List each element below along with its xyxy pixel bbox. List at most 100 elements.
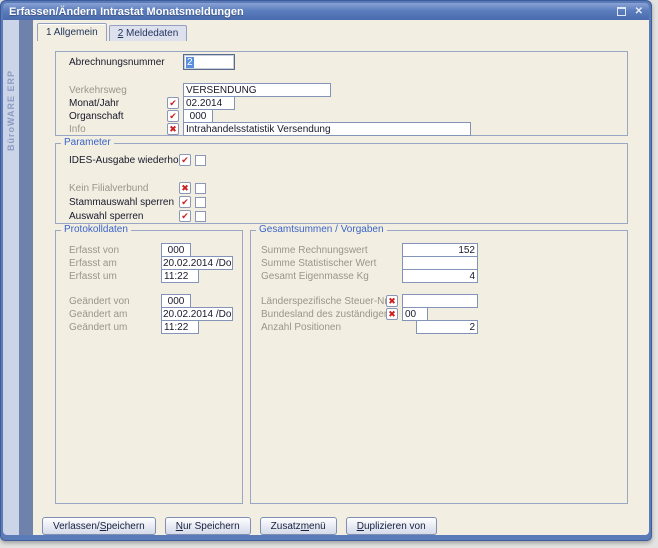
stammauswahl-flag-button[interactable]: ✔ [179, 196, 191, 208]
geaendert-am-label: Geändert am [69, 309, 161, 320]
brand-vertical-text: BüroWARE ERP [6, 70, 16, 151]
field-row-bundesland: Bundesland des zuständigen FA ✖ [261, 307, 619, 321]
field-row-erfasst-am: Erfasst am [69, 256, 234, 270]
organschaft-input[interactable] [183, 109, 213, 123]
desktop-background: Erfassen/Ändern Intrastat Monatsmeldunge… [0, 0, 658, 548]
ides-flag-button[interactable]: ✔ [179, 154, 191, 166]
field-row-filialverbund: Kein Filialverbund ✖ [69, 181, 619, 195]
brand-sidebar: BüroWARE ERP [3, 20, 19, 535]
monat-jahr-flag-button[interactable]: ✔ [167, 97, 179, 109]
restore-icon [617, 7, 626, 16]
erfasst-am-input[interactable] [161, 256, 233, 270]
field-row-eigenmasse: Gesamt Eigenmasse Kg [261, 269, 619, 283]
ides-label: IDES-Ausgabe wiederholen [69, 155, 179, 166]
bundesland-label: Bundesland des zuständigen FA [261, 309, 386, 320]
geaendert-um-label: Geändert um [69, 322, 161, 333]
erfasst-am-label: Erfasst am [69, 258, 161, 269]
field-row-abrechnungsnummer: Abrechnungsnummer 2 [69, 55, 619, 69]
field-row-erfasst-von: Erfasst von [69, 243, 234, 257]
tab-bar: 1 Allgemein 2 Meldedaten [37, 23, 187, 41]
field-row-rechnungswert: Summe Rechnungswert [261, 243, 619, 257]
save-only-button[interactable]: Nur Speichern [165, 517, 251, 535]
info-flag-button[interactable]: ✖ [167, 123, 179, 135]
red-check-icon: ✔ [181, 211, 189, 221]
abrechnungsnummer-input[interactable]: 2 [183, 54, 235, 70]
geaendert-von-label: Geändert von [69, 296, 161, 307]
protokolldaten-group-title: Protokolldaten [61, 224, 131, 236]
red-cross-icon: ✖ [388, 309, 396, 319]
group-protokolldaten: Protokolldaten Erfasst von Erfasst am Er… [55, 230, 243, 504]
field-row-geaendert-von: Geändert von [69, 294, 234, 308]
red-check-icon: ✔ [169, 111, 177, 121]
eigenmasse-input[interactable] [402, 269, 478, 283]
stammauswahl-checkbox[interactable] [195, 197, 206, 208]
rechnungswert-label: Summe Rechnungswert [261, 245, 386, 256]
verkehrsweg-label: Verkehrsweg [69, 85, 167, 96]
window-title: Erfassen/Ändern Intrastat Monatsmeldunge… [9, 6, 615, 18]
auswahl-flag-button[interactable]: ✔ [179, 210, 191, 222]
parameter-group-title: Parameter [61, 137, 114, 149]
group-identification: Abrechnungsnummer 2 Verkehrsweg Monat/Ja… [55, 51, 628, 136]
positionen-label: Anzahl Positionen [261, 322, 386, 333]
red-check-icon: ✔ [181, 197, 189, 207]
erfasst-um-label: Erfasst um [69, 271, 161, 282]
stammauswahl-label: Stammauswahl sperren [69, 197, 179, 208]
info-input[interactable] [183, 122, 471, 136]
filialverbund-checkbox[interactable] [195, 183, 206, 194]
red-cross-icon: ✖ [181, 183, 189, 193]
group-gesamtsummen: Gesamtsummen / Vorgaben Summe Rechnungsw… [250, 230, 628, 504]
organschaft-flag-button[interactable]: ✔ [167, 110, 179, 122]
field-row-auswahl: Auswahl sperren ✔ [69, 209, 619, 223]
steuer-nr-input[interactable] [402, 294, 478, 308]
steuer-nr-flag-button[interactable]: ✖ [386, 295, 398, 307]
geaendert-am-input[interactable] [161, 307, 233, 321]
left-accent-bar [19, 20, 33, 535]
organschaft-label: Organschaft [69, 111, 167, 122]
filialverbund-flag-button[interactable]: ✖ [179, 182, 191, 194]
field-row-monat-jahr: Monat/Jahr ✔ [69, 96, 619, 110]
positionen-input[interactable] [416, 320, 478, 334]
zusatzmenu-button[interactable]: Zusatzmenü [260, 517, 337, 535]
ides-checkbox[interactable] [195, 155, 206, 166]
action-button-bar: Verlassen/Speichern Nur Speichern Zusatz… [42, 517, 437, 535]
field-row-stammauswahl: Stammauswahl sperren ✔ [69, 195, 619, 209]
red-cross-icon: ✖ [169, 124, 177, 134]
close-button[interactable]: ✕ [635, 6, 643, 17]
gesamtsummen-group-title: Gesamtsummen / Vorgaben [256, 224, 387, 236]
bundesland-flag-button[interactable]: ✖ [386, 308, 398, 320]
save-and-exit-button[interactable]: Verlassen/Speichern [42, 517, 156, 535]
field-row-geaendert-um: Geändert um [69, 320, 234, 334]
erfasst-um-input[interactable] [161, 269, 199, 283]
verkehrsweg-input[interactable] [183, 83, 331, 97]
statistischer-wert-label: Summe Statistischer Wert [261, 258, 386, 269]
red-check-icon: ✔ [169, 98, 177, 108]
field-row-organschaft: Organschaft ✔ [69, 109, 619, 123]
filialverbund-label: Kein Filialverbund [69, 183, 179, 194]
tab-allgemein-label: 1 Allgemein [46, 27, 98, 38]
field-row-ides: IDES-Ausgabe wiederholen ✔ [69, 153, 619, 167]
bundesland-input[interactable] [402, 307, 428, 321]
erfasst-von-input[interactable] [161, 243, 191, 257]
restore-button[interactable] [615, 6, 628, 17]
window-titlebar[interactable]: Erfassen/Ändern Intrastat Monatsmeldunge… [3, 3, 649, 20]
auswahl-checkbox[interactable] [195, 211, 206, 222]
field-row-erfasst-um: Erfasst um [69, 269, 234, 283]
group-parameter: Parameter IDES-Ausgabe wiederholen ✔ Kei… [55, 143, 628, 224]
geaendert-von-input[interactable] [161, 294, 191, 308]
tab-allgemein[interactable]: 1 Allgemein [37, 23, 107, 41]
abrechnungsnummer-label: Abrechnungsnummer [69, 57, 167, 68]
statistischer-wert-input[interactable] [402, 256, 478, 270]
monat-jahr-input[interactable] [183, 96, 235, 110]
geaendert-um-input[interactable] [161, 320, 199, 334]
rechnungswert-input[interactable] [402, 243, 478, 257]
window-controls: ✕ [615, 6, 643, 17]
tab-meldedaten[interactable]: 2 Meldedaten [109, 25, 188, 41]
steuer-nr-label: Länderspezifische Steuer-Nr. [261, 296, 386, 307]
duplicate-from-button[interactable]: Duplizieren von [346, 517, 437, 535]
eigenmasse-label: Gesamt Eigenmasse Kg [261, 271, 386, 282]
red-check-icon: ✔ [181, 155, 189, 165]
app-window: Erfassen/Ändern Intrastat Monatsmeldunge… [0, 0, 652, 541]
tab-meldedaten-label: Meldedaten [123, 28, 178, 39]
field-row-statistischer-wert: Summe Statistischer Wert [261, 256, 619, 270]
close-icon: ✕ [635, 6, 643, 17]
